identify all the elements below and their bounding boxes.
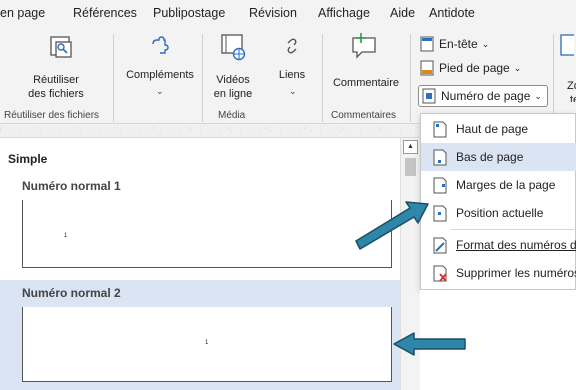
chevron-down-icon: ⌄ <box>534 90 542 101</box>
text-zone-label-2: te <box>570 94 576 102</box>
ribbon-separator <box>113 34 114 122</box>
header-label: En-tête <box>439 37 478 51</box>
ribbon-separator <box>202 34 203 122</box>
menu-item-label: Haut de page <box>456 122 529 136</box>
ribbon-separator <box>553 34 554 122</box>
menu-item-label: Supprimer les numéros <box>456 266 576 280</box>
gallery-item-thumbnail: 1 <box>22 200 392 268</box>
ribbon-separator <box>322 34 323 122</box>
puzzle-icon <box>152 36 169 54</box>
gallery-item-normal-1[interactable]: Numéro normal 1 1 <box>0 170 400 280</box>
horizontal-ruler <box>0 124 420 138</box>
chevron-down-icon: ⌄ <box>289 86 297 96</box>
comment-button[interactable]: Commentaire <box>326 32 406 102</box>
online-videos-button[interactable]: Vidéos en ligne <box>208 32 258 102</box>
chevron-down-icon: ⌄ <box>156 86 164 96</box>
gallery-section-title: Simple <box>8 152 48 166</box>
links-button[interactable]: Liens ⌄ <box>266 32 318 102</box>
footer-button[interactable]: Pied de page ⌄ <box>420 58 521 78</box>
number-format-icon <box>433 237 447 253</box>
text-zone-button[interactable]: Zo te <box>558 32 576 102</box>
links-label: Liens <box>278 69 306 81</box>
page-number-preview: 1 <box>205 340 209 346</box>
text-zone-label-1: Zo <box>567 80 576 92</box>
header-icon <box>420 36 434 52</box>
footer-label: Pied de page <box>439 61 510 75</box>
reuse-files-label-1: Réutiliser <box>33 74 79 86</box>
online-video-icon <box>221 34 246 61</box>
page-number-gallery: Simple Numéro normal 1 1 Numéro normal 2… <box>0 138 400 390</box>
gallery-scrollbar[interactable]: ▲ <box>400 138 420 390</box>
comment-label: Commentaire <box>332 77 400 89</box>
text-box-icon <box>560 34 574 56</box>
online-videos-label-1: Vidéos <box>216 74 250 86</box>
new-comment-icon <box>352 33 376 59</box>
tab-antidote[interactable]: Antidote <box>429 6 475 20</box>
gallery-item-label: Numéro normal 2 <box>22 286 121 300</box>
online-videos-label-2: en ligne <box>213 88 253 100</box>
tab-aide[interactable]: Aide <box>390 6 415 20</box>
menu-item-label: Bas de page <box>456 150 524 164</box>
reuse-files-button[interactable]: Réutiliser des fichiers <box>14 32 98 102</box>
header-button[interactable]: En-tête ⌄ <box>420 34 489 54</box>
menu-bar: en page Références Publipostage Révision… <box>0 0 576 28</box>
menu-item-top-of-page[interactable]: Haut de page <box>421 115 576 143</box>
group-label-reuse: Réutiliser des fichiers <box>4 110 100 121</box>
group-label-media: Média <box>218 110 246 121</box>
bottom-of-page-icon <box>433 149 447 165</box>
menu-item-page-margins[interactable]: Marges de la page <box>421 171 576 199</box>
menu-item-label: Format des numéros de <box>456 238 576 252</box>
ruler-ticks <box>0 127 420 132</box>
page-number-label: Numéro de page <box>441 89 531 103</box>
current-position-icon <box>433 205 447 221</box>
page-number-menu: Haut de page Bas de page Marges de la pa… <box>420 113 576 290</box>
menu-item-label: Marges de la page <box>456 178 556 192</box>
page-number-preview: 1 <box>64 233 68 239</box>
menu-item-label: Position actuelle <box>456 206 544 220</box>
chevron-down-icon: ⌄ <box>481 38 490 49</box>
menu-item-bottom-of-page[interactable]: Bas de page <box>421 143 576 171</box>
gallery-item-normal-2[interactable]: Numéro normal 2 1 <box>0 280 400 390</box>
gallery-item-thumbnail: 1 <box>22 307 392 382</box>
document-area <box>420 290 576 390</box>
reuse-files-icon <box>50 36 72 58</box>
tab-references[interactable]: Références <box>73 6 137 20</box>
menu-item-remove-numbers[interactable]: Supprimer les numéros <box>421 259 576 287</box>
menu-separator <box>451 229 576 230</box>
footer-icon <box>420 60 434 76</box>
ribbon: Réutiliser des fichiers Compléments ⌄ Vi… <box>0 28 576 124</box>
page-number-button[interactable]: Numéro de page ⌄ <box>418 85 548 107</box>
group-label-comments: Commentaires <box>331 110 397 121</box>
complements-label: Compléments <box>126 69 194 81</box>
gallery-item-label: Numéro normal 1 <box>22 179 121 193</box>
scroll-thumb[interactable] <box>405 158 416 176</box>
menu-item-number-format[interactable]: Format des numéros de <box>421 231 576 259</box>
tab-revision[interactable]: Révision <box>249 6 297 20</box>
page-number-icon <box>422 88 436 104</box>
ribbon-separator <box>410 34 411 122</box>
tab-mise-en-page[interactable]: en page <box>0 6 45 20</box>
menu-item-current-position[interactable]: Position actuelle <box>421 199 576 227</box>
top-of-page-icon <box>433 121 447 137</box>
tab-affichage[interactable]: Affichage <box>318 6 370 20</box>
complements-button[interactable]: Compléments ⌄ <box>118 32 202 102</box>
scroll-up-button[interactable]: ▲ <box>403 140 418 154</box>
link-icon <box>287 38 297 54</box>
tab-publipostage[interactable]: Publipostage <box>153 6 225 20</box>
reuse-files-label-2: des fichiers <box>28 88 84 100</box>
remove-page-numbers-icon <box>433 265 447 282</box>
page-margins-icon <box>433 177 447 193</box>
chevron-down-icon: ⌄ <box>513 62 522 73</box>
